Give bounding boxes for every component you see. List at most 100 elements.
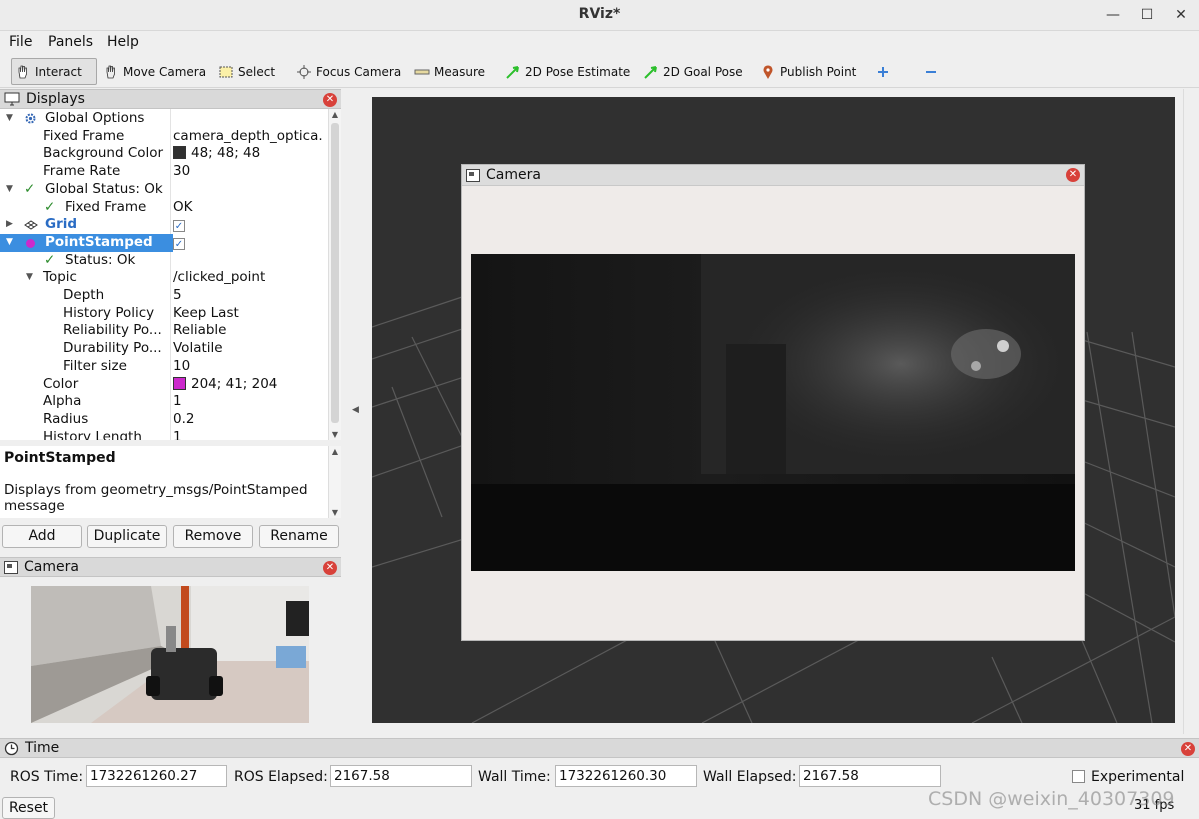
camera-floating-header[interactable]: Camera ✕ [462,165,1084,186]
menu-panels[interactable]: Panels [48,34,93,50]
measure-tool[interactable]: Measure [411,58,488,85]
add-tool-button[interactable] [872,58,894,85]
row-value[interactable]: ✓ [173,216,185,234]
tree-row-depth[interactable]: Depth 5 [0,287,328,305]
tree-row-alpha[interactable]: Alpha 1 [0,393,328,411]
monitor-icon [4,92,20,106]
row-key: Alpha [43,393,82,410]
add-button[interactable]: Add [2,525,82,548]
tree-row-history-length[interactable]: History Length 1 [0,429,328,440]
tree-row-fixed-frame[interactable]: Fixed Frame camera_depth_optica. [0,128,328,146]
row-value[interactable]: 48; 48; 48 [173,145,260,163]
checkmark-icon: ✓ [44,198,56,215]
2d-pose-estimate-tool[interactable]: 2D Pose Estimate [502,58,633,85]
scroll-up-icon[interactable]: ▲ [329,110,341,119]
rename-button[interactable]: Rename [259,525,339,548]
row-value[interactable]: 5 [173,287,182,305]
select-icon [219,66,233,77]
row-value[interactable]: camera_depth_optica. [173,128,323,146]
tree-row-status-ok[interactable]: ✓ Status: Ok [0,252,328,270]
measure-label: Measure [434,64,485,79]
pointstamped-checkbox[interactable]: ✓ [173,237,185,250]
camera-scene [31,586,309,723]
row-value[interactable]: 1 [173,393,182,411]
expand-arrow-icon[interactable]: ▼ [6,181,13,199]
move-camera-icon [106,65,115,78]
row-value[interactable]: 1 [173,429,182,440]
remove-button[interactable]: Remove [173,525,253,548]
wall-time-field[interactable]: 1732261260.30 [555,765,697,787]
row-key: Topic [43,269,77,286]
tree-scrollbar[interactable]: ▲ ▼ [328,109,341,440]
select-tool[interactable]: Select [215,58,278,85]
tree-row-background-color[interactable]: Background Color 48; 48; 48 [0,145,328,163]
tree-row-global-options[interactable]: ▼ Global Options [0,110,328,128]
scroll-thumb[interactable] [331,123,339,423]
displays-close-icon[interactable]: ✕ [323,93,337,107]
tree-row-fixed-frame-status[interactable]: ✓ Fixed Frame OK [0,199,328,217]
row-key: Frame Rate [43,163,121,180]
tree-row-frame-rate[interactable]: Frame Rate 30 [0,163,328,181]
tree-row-grid[interactable]: ▶ Grid ✓ [0,216,328,234]
duplicate-button[interactable]: Duplicate [87,525,167,548]
row-value[interactable]: 204; 41; 204 [173,376,277,394]
tree-row-topic[interactable]: ▼ Topic /clicked_point [0,269,328,287]
grid-icon [24,220,38,230]
move-camera-tool[interactable]: Move Camera [100,58,209,85]
tree-row-color[interactable]: Color 204; 41; 204 [0,376,328,394]
experimental-checkbox[interactable] [1072,770,1085,783]
tree-row-filter-size[interactable]: Filter size 10 [0,358,328,376]
remove-tool-button[interactable] [920,58,942,85]
minimize-button[interactable]: — [1100,4,1126,26]
menu-file[interactable]: File [9,34,32,50]
row-key: Background Color [43,145,164,162]
row-key: Filter size [63,357,127,374]
menu-help[interactable]: Help [107,34,139,50]
camera-image [31,586,309,723]
tree-row-global-status[interactable]: ▼ ✓ Global Status: Ok [0,181,328,199]
plus-icon [878,66,888,77]
expand-arrow-icon[interactable]: ▼ [6,110,13,128]
expand-arrow-icon[interactable]: ▼ [26,269,33,287]
publish-point-tool[interactable]: Publish Point [757,58,859,85]
tree-row-history-policy[interactable]: History Policy Keep Last [0,305,328,323]
focus-camera-tool[interactable]: Focus Camera [293,58,404,85]
tree-row-durability-policy[interactable]: Durability Po... Volatile [0,340,328,358]
row-value[interactable]: ✓ [173,233,328,252]
color-swatch [173,376,186,390]
description-scrollbar[interactable]: ▲ ▼ [328,446,341,518]
reset-button[interactable]: Reset [2,797,55,819]
time-panel-close-icon[interactable]: ✕ [1181,742,1195,756]
row-value[interactable]: 10 [173,358,190,376]
row-value[interactable]: Reliable [173,322,226,340]
close-window-button[interactable]: ✕ [1168,4,1194,26]
expand-arrow-icon[interactable]: ▼ [6,234,13,252]
tree-row-radius[interactable]: Radius 0.2 [0,411,328,429]
scroll-down-icon[interactable]: ▼ [329,430,341,439]
collapse-left-icon[interactable]: ◀ [352,405,359,415]
time-panel-title: Time [25,740,60,756]
collapse-arrow-icon[interactable]: ▶ [6,216,13,234]
row-value[interactable]: /clicked_point [173,269,265,287]
2d-goal-pose-tool[interactable]: 2D Goal Pose [640,58,746,85]
interact-tool[interactable]: Interact [11,58,97,85]
gear-icon [25,113,36,124]
row-value[interactable]: 30 [173,163,190,181]
camera-floating-window[interactable]: Camera ✕ [461,164,1085,641]
scroll-up-icon[interactable]: ▲ [329,447,341,456]
row-value[interactable]: 0.2 [173,411,194,429]
grid-checkbox[interactable]: ✓ [173,220,185,233]
tree-row-reliability-policy[interactable]: Reliability Po... Reliable [0,322,328,340]
row-value[interactable]: Keep Last [173,305,239,323]
camera-floating-close-icon[interactable]: ✕ [1066,168,1080,182]
row-key: Radius [43,410,89,427]
tree-row-pointstamped[interactable]: ▼ PointStamped ✓ [0,233,328,252]
maximize-button[interactable]: ☐ [1134,4,1160,26]
ros-time-field[interactable]: 1732261260.27 [86,765,227,787]
ros-elapsed-field[interactable]: 2167.58 [330,765,472,787]
row-value[interactable]: Volatile [173,340,223,358]
wall-elapsed-field[interactable]: 2167.58 [799,765,941,787]
focus-camera-label: Focus Camera [316,64,402,79]
camera-panel-close-icon[interactable]: ✕ [323,561,337,575]
scroll-down-icon[interactable]: ▼ [329,508,341,517]
